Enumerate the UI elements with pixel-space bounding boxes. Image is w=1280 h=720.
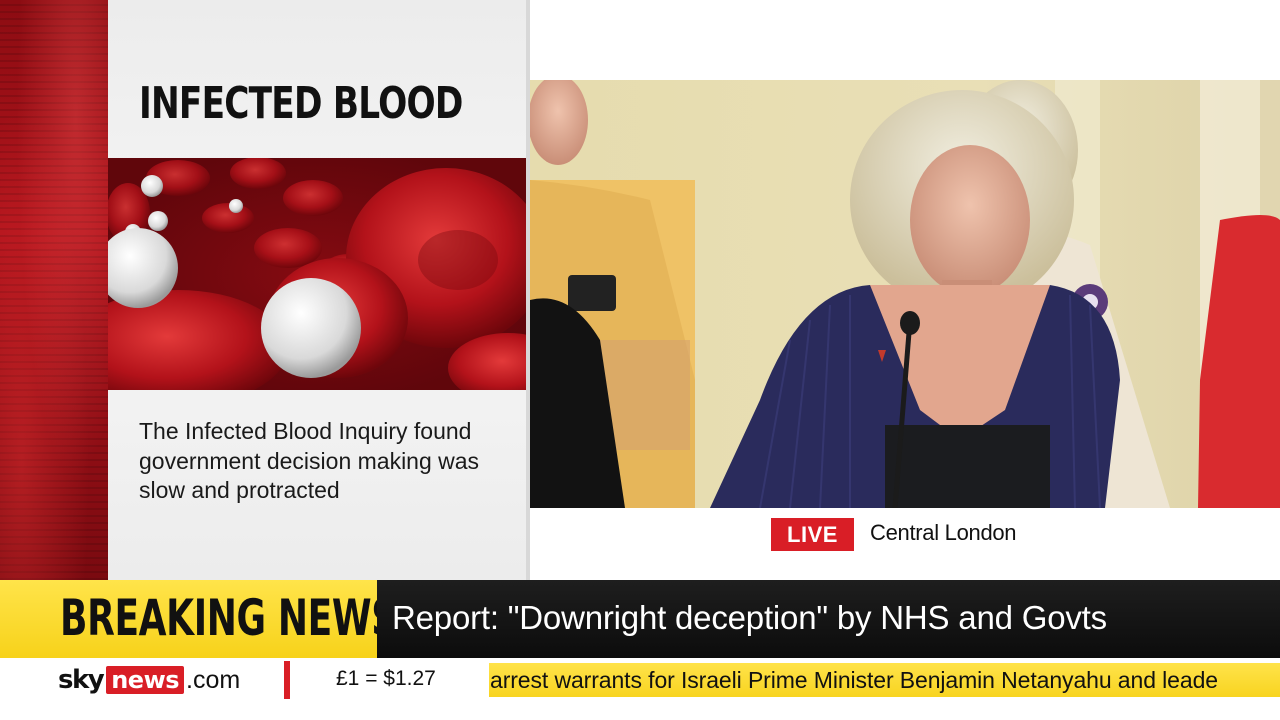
- blood-cells-image: [108, 158, 526, 390]
- logo-news-text: news: [106, 666, 185, 694]
- graphic-title: INFECTED BLOOD: [139, 78, 463, 129]
- live-video-feed: [530, 80, 1280, 508]
- location-label: Central London: [870, 520, 1017, 545]
- headline-text: Report: "Downright deception" by NHS and…: [392, 599, 1107, 636]
- breaking-news-label: BREAKING NEWS: [60, 589, 397, 647]
- logo-com-text: .com: [186, 665, 241, 694]
- ticker-separator: [284, 661, 290, 699]
- graphic-body-text: The Infected Blood Inquiry found governm…: [139, 418, 480, 503]
- red-texture-strip: [0, 0, 108, 580]
- video-top-margin: [530, 0, 1280, 80]
- live-badge: LIVE: [771, 518, 854, 551]
- currency-rate: £1 = $1.27: [336, 667, 436, 690]
- ticker-scroll: arrest warrants for Israeli Prime Minist…: [489, 663, 1280, 697]
- logo-sky-text: sky: [58, 665, 105, 695]
- sky-news-logo: sky news .com: [58, 664, 240, 696]
- ticker-text: arrest warrants for Israeli Prime Minist…: [490, 667, 1218, 693]
